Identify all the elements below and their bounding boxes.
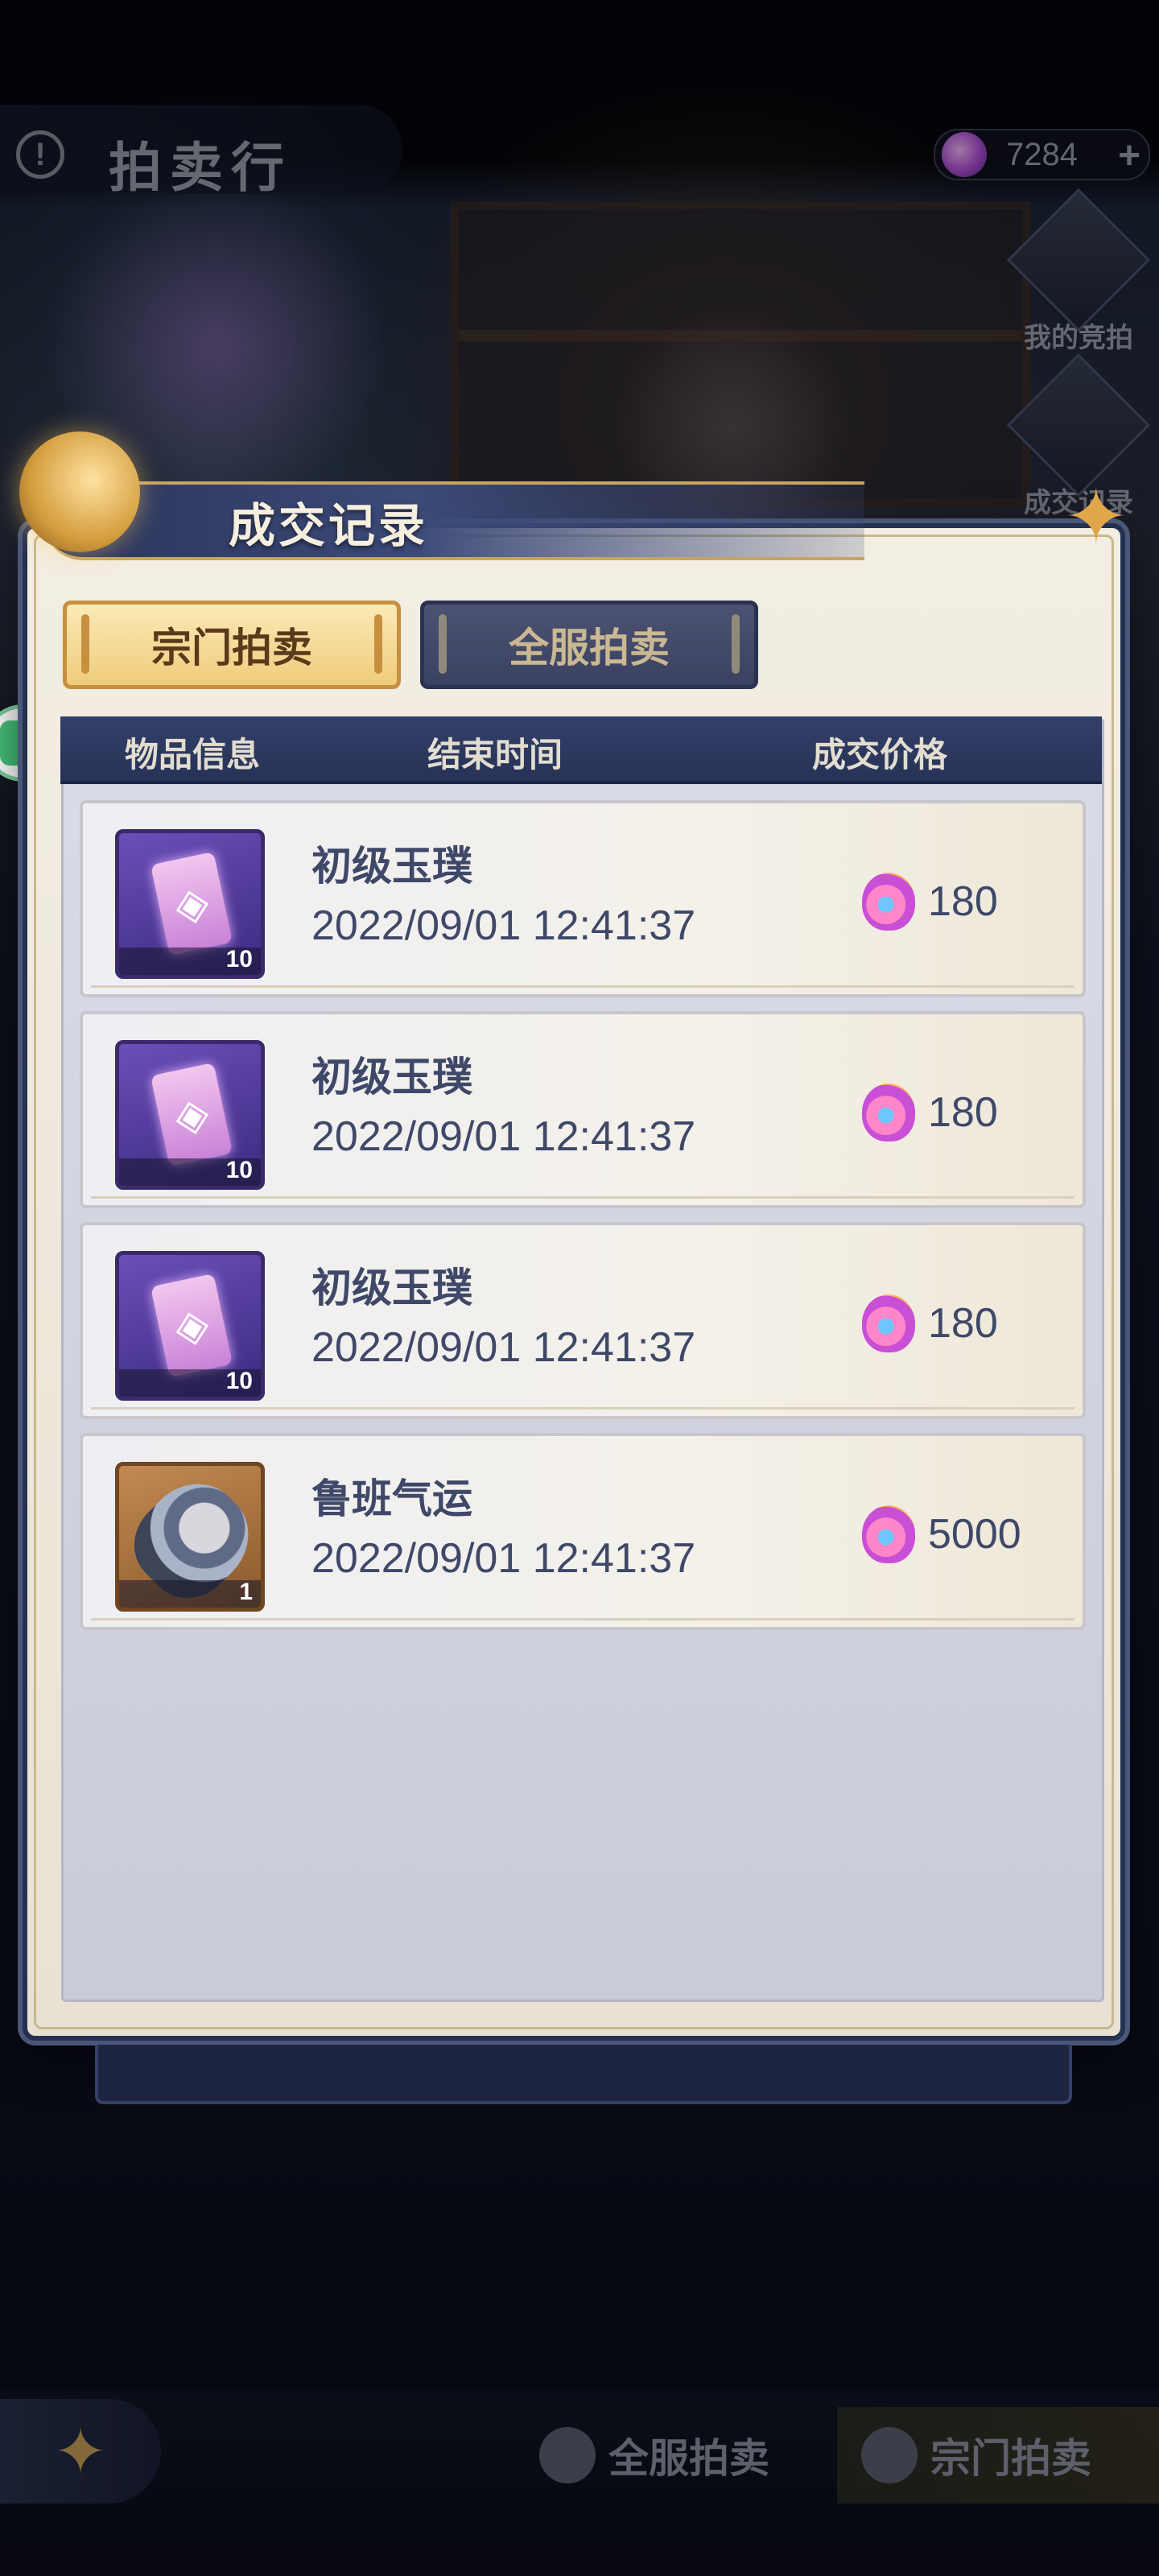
hero-portrait-icon[interactable]: 1	[115, 1462, 265, 1612]
column-header-item: 物品信息	[125, 736, 261, 774]
table-row[interactable]: ◈ 10 初级玉璞 2022/09/01 12:41:37 180	[80, 1011, 1086, 1208]
close-star-icon[interactable]: ✦	[1064, 472, 1128, 562]
item-quantity: 1	[239, 1579, 253, 1605]
column-header-end-time: 结束时间	[427, 736, 563, 774]
tab-sect-auction[interactable]: 宗门拍卖	[63, 601, 401, 689]
jade-card-glyph: ◈	[150, 1273, 233, 1378]
jade-token-icon[interactable]: ◈ 10	[115, 1040, 265, 1190]
records-list[interactable]: 物品信息 结束时间 成交价格 ◈ 10 初级玉璞 2022/09/01 12:4…	[60, 716, 1104, 2002]
item-quantity: 10	[225, 1368, 253, 1394]
moon-icon	[19, 431, 140, 552]
tab-cap	[374, 614, 382, 674]
trade-price: 5000	[928, 1511, 1021, 1558]
table-row[interactable]: ◈ 10 初级玉璞 2022/09/01 12:41:37 180	[80, 800, 1086, 997]
item-name: 初级玉璞	[311, 844, 472, 889]
end-time: 2022/09/01 12:41:37	[311, 1324, 696, 1371]
tab-cap	[439, 614, 447, 674]
tab-label: 宗门拍卖	[151, 625, 312, 671]
column-header-price: 成交价格	[812, 736, 948, 774]
tab-cap	[732, 614, 740, 674]
tab-label: 全服拍卖	[509, 625, 670, 671]
item-name: 初级玉璞	[311, 1265, 472, 1311]
flame-gem-icon	[862, 1294, 915, 1352]
table-row[interactable]: 1 鲁班气运 2022/09/01 12:41:37 5000	[80, 1433, 1086, 1630]
tab-global-auction[interactable]: 全服拍卖	[420, 601, 758, 689]
jade-token-icon[interactable]: ◈ 10	[115, 1251, 265, 1401]
item-name: 鲁班气运	[311, 1476, 472, 1521]
item-name: 初级玉璞	[311, 1055, 472, 1100]
trade-price: 180	[928, 1300, 998, 1347]
jade-card-glyph: ◈	[150, 851, 233, 956]
flame-gem-icon	[862, 1084, 915, 1141]
end-time: 2022/09/01 12:41:37	[311, 1535, 696, 1582]
end-time: 2022/09/01 12:41:37	[311, 902, 696, 949]
item-quantity: 10	[225, 946, 253, 972]
title-band	[43, 481, 864, 560]
dialog-title-banner: 成交记录	[3, 431, 872, 568]
jade-card-glyph: ◈	[150, 1062, 233, 1167]
table-row[interactable]: ◈ 10 初级玉璞 2022/09/01 12:41:37 180	[80, 1222, 1086, 1419]
flame-gem-icon	[862, 873, 915, 931]
tab-cap	[81, 614, 89, 674]
end-time: 2022/09/01 12:41:37	[311, 1113, 696, 1160]
dialog-under-panel	[95, 2045, 1072, 2104]
trade-price: 180	[928, 1089, 998, 1136]
flame-gem-icon	[862, 1505, 915, 1563]
trade-price: 180	[928, 878, 998, 925]
table-header: 物品信息 结束时间 成交价格	[60, 716, 1102, 784]
jade-token-icon[interactable]: ◈ 10	[115, 829, 265, 979]
trade-records-dialog: 成交记录 ✦ 宗门拍卖 全服拍卖 物品信息 结束时间 成交价格 ◈ 10 初级玉…	[19, 431, 1128, 2041]
item-quantity: 10	[225, 1157, 253, 1183]
dialog-title: 成交记录	[229, 500, 429, 552]
